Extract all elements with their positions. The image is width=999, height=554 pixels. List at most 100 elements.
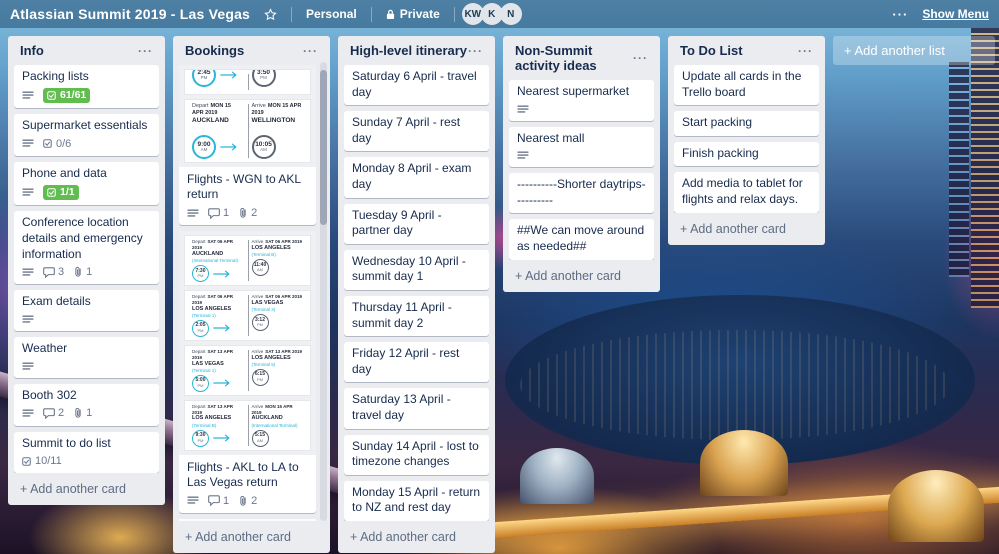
departure-time-circle: 9:30PM xyxy=(192,430,209,447)
card[interactable]: Packing lists61/61 xyxy=(14,65,159,108)
checklist-icon xyxy=(22,457,32,466)
card[interactable]: Supermarket essentials0/6 xyxy=(14,114,159,156)
card-badges: 12 xyxy=(187,206,308,220)
card-title: Conference location details and emergenc… xyxy=(22,215,143,260)
arrival-time-circle: 3:50PM xyxy=(252,69,276,87)
board-title[interactable]: Atlassian Summit 2019 - Las Vegas xyxy=(10,6,250,22)
card-stack: Packing lists61/61 Supermarket essentials… xyxy=(14,65,159,473)
add-card-button[interactable]: + Add another card xyxy=(14,480,159,498)
departure-time-circle: 7:30PM xyxy=(192,265,209,282)
header-right: ··· Show Menu xyxy=(892,7,989,22)
arrival-time-circle: 3:12PM xyxy=(252,314,269,331)
show-menu-button[interactable]: Show Menu xyxy=(922,7,989,21)
card-title: Thursday 11 April - summit day 2 xyxy=(352,300,452,330)
arrival-time-circle: 6:15PM xyxy=(252,369,269,386)
card[interactable]: Sunday 7 April - rest day xyxy=(344,111,489,151)
comment-icon xyxy=(43,267,55,278)
card[interactable]: Phone and data1/1 xyxy=(14,162,159,205)
list-title[interactable]: Bookings xyxy=(185,43,244,58)
list-header: Non-Summit activity ideas··· xyxy=(509,41,654,80)
card-title: Packing lists xyxy=(22,69,89,83)
list-scrollbar[interactable] xyxy=(320,62,327,521)
list-to-do-list: To Do List ··· Update all cards in the Tre… xyxy=(668,36,825,245)
board-overflow-menu-button[interactable]: ··· xyxy=(892,7,908,22)
attachment-count: 2 xyxy=(251,494,257,508)
card[interactable]: Summit to do list10/11 xyxy=(14,432,159,474)
add-card-button[interactable]: + Add another card xyxy=(674,220,819,238)
accommodation-dates-attachment: SaturdayApril 6, 2019Check-in time is 4P… xyxy=(179,519,316,521)
comment-icon xyxy=(208,208,220,219)
scrollbar-thumb[interactable] xyxy=(320,70,327,225)
card[interactable]: ----------Shorter daytrips---------- xyxy=(509,173,654,213)
card[interactable]: Update all cards in the Trello board xyxy=(674,65,819,105)
attachment-count: 1 xyxy=(86,265,92,279)
list-title[interactable]: High-level itinerary xyxy=(350,43,467,58)
card-title: Saturday 13 April - travel day xyxy=(352,392,451,422)
board-header: Atlassian Summit 2019 - Las Vegas Person… xyxy=(0,0,999,28)
star-board-button[interactable] xyxy=(260,5,281,24)
list-menu-button[interactable]: ··· xyxy=(798,45,813,57)
add-card-button[interactable]: + Add another card xyxy=(179,528,324,546)
list-title[interactable]: Non-Summit activity ideas xyxy=(515,43,633,73)
card[interactable]: Booth 30221 xyxy=(14,384,159,426)
card[interactable]: 2:45PM3:50PMDepartMON 15 APR 2019AUCKLAN… xyxy=(179,65,316,225)
card[interactable]: Weather xyxy=(14,337,159,378)
flight-arrival: ArriveSAT 13 APR 2019LOS ANGELES(Termina… xyxy=(248,349,308,392)
arrival-time-circle: 10:05AM xyxy=(252,135,276,159)
card[interactable]: Saturday 13 April - travel day xyxy=(344,388,489,428)
comment-badge: 1 xyxy=(208,206,229,220)
card-title: Summit to do list xyxy=(22,436,111,450)
list-header: Info ··· xyxy=(14,41,159,65)
add-card-button[interactable]: + Add another card xyxy=(344,528,489,546)
card[interactable]: Add media to tablet for flights and rela… xyxy=(674,172,819,212)
list-menu-button[interactable]: ··· xyxy=(303,45,318,57)
list-menu-button[interactable]: ··· xyxy=(633,52,648,64)
comment-icon xyxy=(208,495,220,506)
member-avatar[interactable]: N xyxy=(500,3,522,25)
visibility-private-button[interactable]: Private xyxy=(382,4,444,24)
card[interactable]: Conference location details and emergenc… xyxy=(14,211,159,284)
card[interactable]: Monday 8 April - exam day xyxy=(344,157,489,197)
card[interactable]: Wednesday 10 April - summit day 1 xyxy=(344,250,489,290)
card[interactable]: SaturdayApril 6, 2019Check-in time is 4P… xyxy=(179,519,316,521)
personal-team-button[interactable]: Personal xyxy=(302,4,361,24)
comment-badge: 1 xyxy=(208,494,229,508)
card[interactable]: DepartSAT 06 APR 2019AUCKLAND(Internatio… xyxy=(179,231,316,513)
flight-arrival: ArriveMON 15 APR 2019WELLINGTON10:05AM xyxy=(248,103,308,159)
card[interactable]: Nearest mall xyxy=(509,127,654,168)
add-list-button[interactable]: + Add another list xyxy=(833,36,995,65)
flight-segment-image: DepartSAT 06 APR 2019AUCKLAND(Internatio… xyxy=(184,235,311,286)
card-title: Exam details xyxy=(22,294,91,308)
paperclip-icon xyxy=(238,495,248,507)
list-title[interactable]: Info xyxy=(20,43,44,58)
card-title: Update all cards in the Trello board xyxy=(682,69,801,99)
card[interactable]: Tuesday 9 April - partner day xyxy=(344,204,489,244)
card[interactable]: Exam details xyxy=(14,290,159,331)
flight-itinerary-attachment: DepartSAT 06 APR 2019AUCKLAND(Internatio… xyxy=(179,231,316,454)
card[interactable]: Sunday 14 April - lost to timezone chang… xyxy=(344,435,489,475)
card[interactable]: Friday 12 April - rest day xyxy=(344,342,489,382)
list-menu-button[interactable]: ··· xyxy=(138,45,153,57)
flight-arrow-icon xyxy=(213,379,232,387)
board-canvas: Info ··· Packing lists61/61 Supermarket ess… xyxy=(0,28,999,554)
card[interactable]: Saturday 6 April - travel day xyxy=(344,65,489,105)
card-title: Sunday 7 April - rest day xyxy=(352,115,460,145)
card[interactable]: Monday 15 April - return to NZ and rest … xyxy=(344,481,489,521)
list-title[interactable]: To Do List xyxy=(680,43,743,58)
card[interactable]: Nearest supermarket xyxy=(509,80,654,121)
list-bookings: Bookings ··· 2:45PM3:50PMDepartMON 15 APR … xyxy=(173,36,330,553)
flight-arrival: ArriveSAT 06 APR 2019LOS ANGELES(Termina… xyxy=(248,239,308,282)
paperclip-icon xyxy=(73,266,83,278)
checklist-badge-complete: 1/1 xyxy=(43,185,79,201)
add-card-button[interactable]: + Add another card xyxy=(509,267,654,285)
card-title: Sunday 14 April - lost to timezone chang… xyxy=(352,439,479,469)
card-title: Saturday 6 April - travel day xyxy=(352,69,477,99)
card[interactable]: Thursday 11 April - summit day 2 xyxy=(344,296,489,336)
comment-count: 2 xyxy=(58,406,64,420)
card-badges: 0/6 xyxy=(22,137,151,151)
card[interactable]: Finish packing xyxy=(674,142,819,167)
card-title: Flights - WGN to AKL return xyxy=(187,172,301,202)
list-menu-button[interactable]: ··· xyxy=(468,45,483,57)
card[interactable]: ##We can move around as needed## xyxy=(509,219,654,259)
card[interactable]: Start packing xyxy=(674,111,819,136)
